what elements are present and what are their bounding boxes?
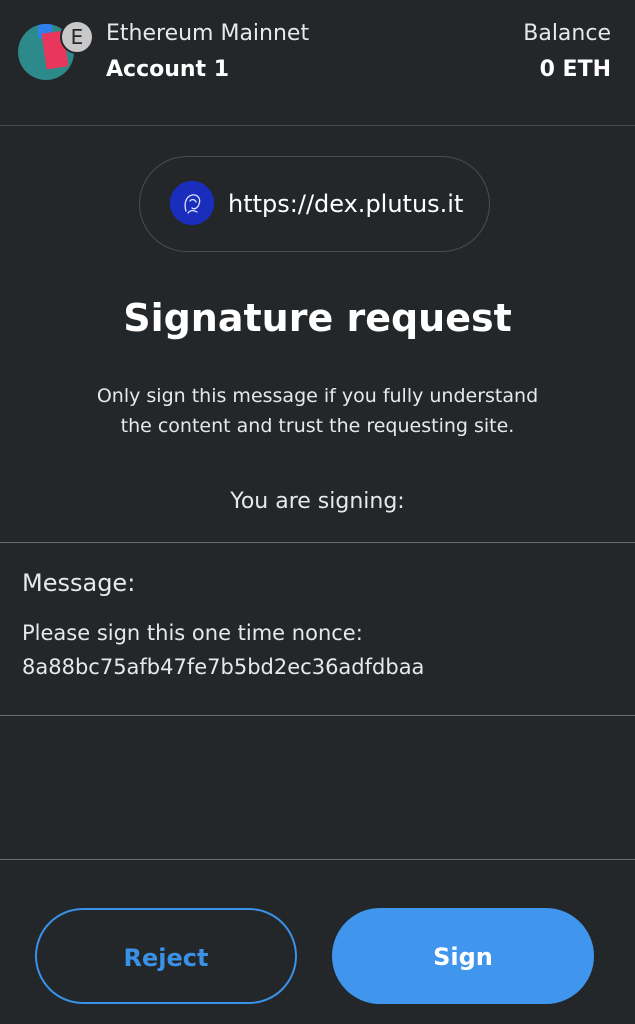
- balance-label: Balance: [523, 21, 611, 46]
- account-name: Account 1: [106, 57, 230, 82]
- warning-line: Only sign this message if you fully unde…: [96, 385, 539, 407]
- sign-button[interactable]: Sign: [332, 908, 594, 1004]
- message-panel: Message: Please sign this one time nonce…: [0, 542, 635, 716]
- site-logo-graphic: [170, 181, 214, 225]
- action-footer: Reject Sign: [0, 859, 635, 1024]
- message-label: Message:: [22, 569, 136, 597]
- reject-button[interactable]: Reject: [35, 908, 297, 1004]
- network-name: Ethereum Mainnet: [106, 21, 310, 46]
- site-favicon-icon: [170, 181, 214, 225]
- signing-label: You are signing:: [230, 489, 405, 514]
- page-title: Signature request: [123, 296, 512, 340]
- message-text: Please sign this one time nonce:: [22, 621, 363, 645]
- site-url: https://dex.plutus.it: [228, 190, 464, 218]
- signature-warning: Only sign this message if you fully unde…: [60, 381, 575, 441]
- account-header: E Ethereum Mainnet Account 1 Balance 0 E…: [0, 0, 635, 126]
- site-origin-pill: https://dex.plutus.it: [139, 156, 490, 252]
- warning-line: the content and trust the requesting sit…: [120, 415, 515, 437]
- network-badge-icon: E: [60, 20, 94, 54]
- message-nonce: 8a88bc75afb47fe7b5bd2ec36adfdbaa: [22, 655, 425, 679]
- balance-value: 0 ETH: [539, 57, 611, 82]
